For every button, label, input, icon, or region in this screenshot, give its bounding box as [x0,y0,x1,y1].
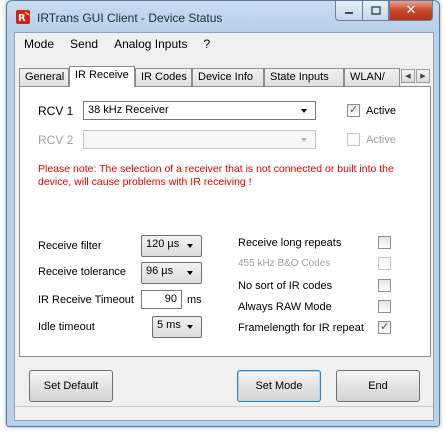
ir-receive-timeout-input[interactable]: 90 [141,290,182,309]
arrow-left-icon: ◀ [405,73,411,80]
option-framelength-ir-repeat-label: Framelength for IR repeat [238,322,364,334]
option-receive-long-repeats-checkbox[interactable] [378,236,391,249]
menu-send[interactable]: Send [70,37,98,51]
close-icon: ✕ [405,3,417,18]
chevron-down-icon [187,271,193,275]
receive-tolerance-select[interactable]: 96 µs [141,262,202,284]
arrow-right-icon: ▶ [420,73,426,80]
receiver-warning-note: Please note: The selection of a receiver… [38,163,394,188]
menu-bar: Mode Send Analog Inputs ? [15,33,433,54]
set-mode-button[interactable]: Set Mode [237,370,321,402]
idle-timeout-select[interactable]: 5 ms [152,316,202,338]
rcv1-label: RCV 1 [38,104,74,118]
rcv2-active-checkbox[interactable] [347,133,360,146]
client-area: Mode Send Analog Inputs ? General IR Rec… [14,32,434,421]
tab-general[interactable]: General [19,68,69,86]
minimize-button[interactable] [335,1,362,21]
tab-wlan[interactable]: WLAN/ [344,68,400,86]
receive-filter-value: 120 µs [146,238,180,250]
menu-help[interactable]: ? [203,37,210,51]
tab-ir-codes[interactable]: IR Codes [135,68,192,86]
chevron-down-icon [301,138,307,142]
idle-timeout-label: Idle timeout [38,321,95,333]
option-always-raw-mode-label: Always RAW Mode [238,301,332,313]
checkmark-icon: ✓ [349,103,359,116]
rcv1-select[interactable]: 38 kHz Receiver [83,101,316,120]
tab-scroll-right-button[interactable]: ▶ [416,69,430,83]
status-bar [15,406,433,420]
option-no-sort-ir-codes-checkbox[interactable] [378,279,391,292]
ir-receive-timeout-unit: ms [187,294,202,306]
close-button[interactable]: ✕ [389,1,433,21]
receive-filter-select[interactable]: 120 µs [141,235,202,257]
option-455khz-bo-codes-checkbox[interactable] [378,257,391,270]
rcv2-active-label: Active [366,134,396,146]
option-455khz-bo-codes-label: 455 kHz B&O Codes [238,258,331,269]
tab-scroll-left-button[interactable]: ◀ [401,69,415,83]
option-receive-long-repeats-label: Receive long repeats [238,237,342,249]
set-default-button[interactable]: Set Default [29,370,113,402]
chevron-down-icon [187,325,193,329]
minimize-icon [345,11,353,14]
chevron-down-icon [187,244,193,248]
menu-analog-inputs[interactable]: Analog Inputs [114,37,187,51]
title-bar[interactable]: R IRTrans GUI Client - Device Status ✕ [7,1,439,33]
receive-filter-label: Receive filter [38,240,102,252]
svg-text:R: R [18,13,26,24]
receive-tolerance-value: 96 µs [146,265,174,277]
maximize-button[interactable] [362,1,389,21]
option-framelength-ir-repeat-checkbox[interactable]: ✓ [378,320,391,334]
ir-receive-panel: RCV 1 38 kHz Receiver ✓ Active RCV 2 Act… [19,86,431,357]
tab-state-inputs[interactable]: State Inputs [264,68,344,86]
option-always-raw-mode-checkbox[interactable] [378,300,391,313]
ir-receive-timeout-label: IR Receive Timeout [38,294,134,306]
rcv1-active-label: Active [366,105,396,117]
app-window: R IRTrans GUI Client - Device Status ✕ M… [6,0,440,427]
chevron-down-icon [301,109,307,113]
rcv1-active-checkbox[interactable]: ✓ [347,103,360,117]
end-button[interactable]: End [336,370,420,402]
maximize-icon [370,5,381,15]
receive-tolerance-label: Receive tolerance [38,266,127,278]
tab-device-info[interactable]: Device Info [192,68,264,86]
idle-timeout-value: 5 ms [157,319,181,331]
rcv2-label: RCV 2 [38,133,74,147]
option-no-sort-ir-codes-label: No sort of IR codes [238,280,333,292]
rcv2-select[interactable] [83,130,316,149]
rcv1-selected-value: 38 kHz Receiver [88,104,169,116]
tab-strip: General IR Receive IR Codes Device Info … [19,66,431,87]
tab-ir-receive[interactable]: IR Receive [69,66,135,87]
window-title: IRTrans GUI Client - Device Status [37,11,223,25]
irtrans-app-icon: R [16,10,30,24]
menu-mode[interactable]: Mode [24,37,54,51]
checkmark-icon: ✓ [380,320,390,333]
